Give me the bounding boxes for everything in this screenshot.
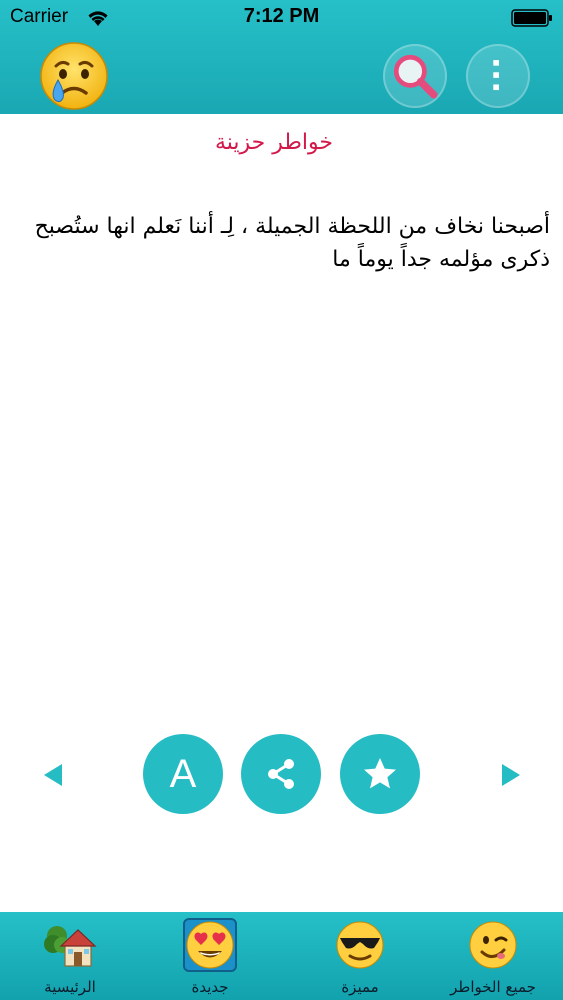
winking-face-icon	[469, 921, 517, 969]
tab-label: مميزة	[341, 978, 379, 996]
status-time: 7:12 PM	[243, 5, 320, 27]
tab-bar: الرئيسية جديدة مميزة جميع الخواطر	[0, 912, 563, 1000]
app-header: Carrier 7:12 PM	[0, 0, 563, 114]
favorite-button[interactable]	[340, 734, 420, 814]
crying-face-icon	[40, 42, 108, 110]
status-bar: Carrier 7:12 PM	[0, 0, 563, 40]
search-button[interactable]	[383, 44, 447, 108]
tab-label: الرئيسية	[44, 978, 96, 996]
font-size-button[interactable]: A	[143, 734, 223, 814]
more-vertical-icon	[493, 60, 499, 91]
next-arrow-icon[interactable]	[498, 762, 522, 788]
more-button[interactable]	[466, 44, 530, 108]
house-icon	[44, 926, 97, 967]
star-icon	[364, 758, 396, 789]
previous-arrow-icon[interactable]	[42, 762, 66, 788]
sunglasses-face-icon	[336, 921, 384, 969]
category-title: خواطر حزينة	[214, 130, 333, 155]
search-icon	[393, 54, 438, 99]
tab-new[interactable]: جديدة	[140, 912, 280, 1000]
tab-label: جديدة	[191, 978, 229, 996]
tab-all[interactable]: جميع الخواطر	[423, 912, 563, 1000]
tab-home[interactable]: الرئيسية	[0, 912, 140, 1000]
battery-icon	[511, 9, 552, 27]
share-icon	[268, 759, 294, 789]
quote-text: أصبحنا نخاف من اللحظة الجميلة ، لِـ أننا…	[34, 214, 550, 272]
share-button[interactable]	[241, 734, 321, 814]
heart-eyes-icon	[186, 921, 234, 969]
font-size-icon: A	[169, 751, 197, 796]
tab-label: جميع الخواطر	[450, 978, 536, 996]
tab-featured[interactable]: مميزة	[290, 912, 430, 1000]
